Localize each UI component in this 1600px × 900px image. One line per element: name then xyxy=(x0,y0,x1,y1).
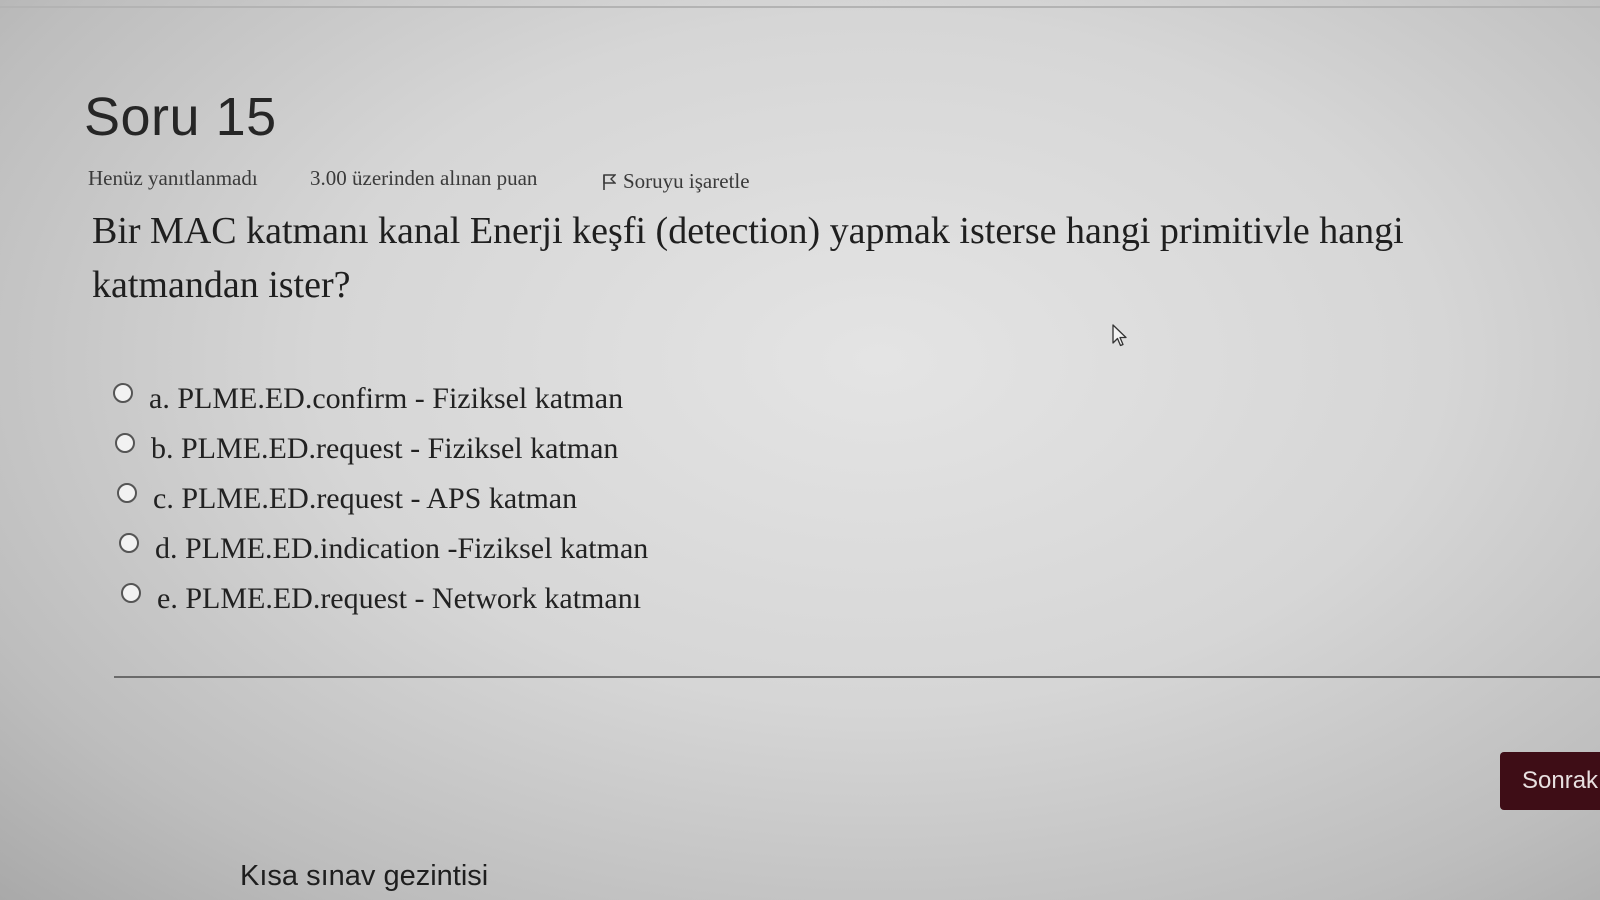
radio-button[interactable] xyxy=(121,583,141,603)
answer-label[interactable]: c. PLME.ED.request - APS katman xyxy=(153,482,577,516)
answer-list: a. PLME.ED.confirm - Fiziksel katman b. … xyxy=(113,374,648,624)
question-text: Bir MAC katmanı kanal Enerji keşfi (dete… xyxy=(92,210,1404,306)
flag-icon xyxy=(602,173,616,191)
answer-label[interactable]: b. PLME.ED.request - Fiziksel katman xyxy=(151,432,618,466)
section-divider xyxy=(114,676,1600,678)
flag-question-link[interactable]: Soruyu işaretle xyxy=(602,169,750,194)
answer-option-c[interactable]: c. PLME.ED.request - APS katman xyxy=(117,474,648,524)
answer-option-b[interactable]: b. PLME.ED.request - Fiziksel katman xyxy=(115,424,648,474)
quiz-navigation-heading: Kısa sınav gezintisi xyxy=(240,860,489,892)
answer-label[interactable]: a. PLME.ED.confirm - Fiziksel katman xyxy=(149,382,623,416)
mouse-cursor-icon xyxy=(1112,324,1130,353)
answer-option-a[interactable]: a. PLME.ED.confirm - Fiziksel katman xyxy=(113,374,648,424)
flag-question-label: Soruyu işaretle xyxy=(623,169,750,193)
question-title: Soru 15 xyxy=(84,87,277,147)
question-grade: 3.00 üzerinden alınan puan xyxy=(310,166,538,190)
top-border xyxy=(0,6,1600,8)
answer-option-d[interactable]: d. PLME.ED.indication -Fiziksel katman xyxy=(119,524,648,574)
answer-label[interactable]: e. PLME.ED.request - Network katmanı xyxy=(157,582,641,616)
radio-button[interactable] xyxy=(113,383,133,403)
answer-label[interactable]: d. PLME.ED.indication -Fiziksel katman xyxy=(155,532,648,566)
answer-option-e[interactable]: e. PLME.ED.request - Network katmanı xyxy=(121,574,648,624)
next-page-button[interactable]: Sonrak xyxy=(1500,752,1600,810)
radio-button[interactable] xyxy=(119,533,139,553)
question-status: Henüz yanıtlanmadı xyxy=(88,166,258,190)
radio-button[interactable] xyxy=(117,483,137,503)
radio-button[interactable] xyxy=(115,433,135,453)
